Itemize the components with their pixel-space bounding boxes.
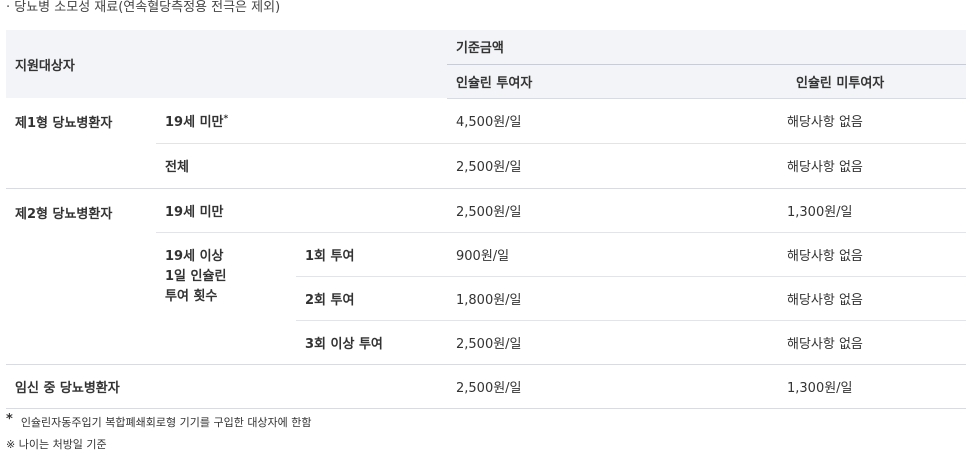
type2-under19-non-insulin: 1,300원/일: [787, 188, 966, 233]
type2-count-2-non-insulin: 해당사항 없음: [787, 276, 966, 321]
pregnant-insulin: 2,500원/일: [447, 364, 787, 409]
type1-label: 제1형 당뇨병환자: [6, 98, 156, 189]
type2-count-2-label: 2회 투여: [296, 276, 447, 321]
type1-under19-non-insulin: 해당사항 없음: [787, 98, 966, 144]
type1-all-non-insulin: 해당사항 없음: [787, 143, 966, 189]
header-non-insulin-user: 인슐린 미투여자: [787, 63, 966, 99]
pregnant-non-insulin: 1,300원/일: [787, 364, 966, 409]
pregnant-label: 임신 중 당뇨병환자: [6, 364, 447, 409]
type2-count-1-label: 1회 투여: [296, 232, 447, 277]
type2-count-1-insulin: 900원/일: [447, 232, 787, 277]
table-row: 제1형 당뇨병환자 19세 미만* 4,500원/일 해당사항 없음: [6, 98, 966, 189]
type2-count-2-insulin: 1,800원/일: [447, 276, 787, 321]
type2-under19-label: 19세 미만: [156, 188, 447, 233]
type2-over19-label: 19세 이상 1일 인슐린 투여 횟수: [156, 232, 296, 365]
footnote-star-mark: *: [6, 412, 13, 427]
support-amount-table: 지원대상자 기준금액 인슐린 투여자 인슐린 미투여자 제1형 당뇨병환자 19…: [6, 30, 966, 409]
type1-all-insulin: 2,500원/일: [447, 143, 787, 189]
type1-under19-label: 19세 미만*: [156, 98, 447, 144]
type2-under19-insulin: 2,500원/일: [447, 188, 787, 233]
table-caption: · 당뇨병 소모성 재료(연속혈당측정용 전극은 제외): [6, 0, 281, 15]
table-header: 지원대상자 기준금액 인슐린 투여자 인슐린 미투여자: [6, 30, 966, 99]
table-row: 제2형 당뇨병환자 19세 미만 2,500원/일 1,300원/일: [6, 188, 966, 365]
footnote-star-note: * 인슐린자동주입기 복합폐쇄회로형 기기를 구입한 대상자에 한함: [6, 413, 312, 430]
type1-all-label: 전체: [156, 143, 447, 189]
type2-count-1-non-insulin: 해당사항 없음: [787, 232, 966, 277]
footnote-star: *: [223, 113, 229, 124]
type2-count-3-insulin: 2,500원/일: [447, 320, 787, 365]
footnote-star-text: 인슐린자동주입기 복합폐쇄회로형 기기를 구입한 대상자에 한함: [20, 416, 312, 429]
footnote-age-note: ※ 나이는 처방일 기준: [6, 438, 107, 451]
header-amount: 기준금액: [447, 30, 966, 64]
type1-under19-insulin: 4,500원/일: [447, 98, 787, 144]
type2-count-3-non-insulin: 해당사항 없음: [787, 320, 966, 365]
table-row: 임신 중 당뇨병환자 2,500원/일 1,300원/일: [6, 364, 966, 409]
header-target: 지원대상자: [6, 30, 447, 98]
type2-count-3-label: 3회 이상 투여: [296, 320, 447, 365]
header-insulin-user: 인슐린 투여자: [447, 63, 787, 99]
type2-label: 제2형 당뇨병환자: [6, 188, 156, 365]
